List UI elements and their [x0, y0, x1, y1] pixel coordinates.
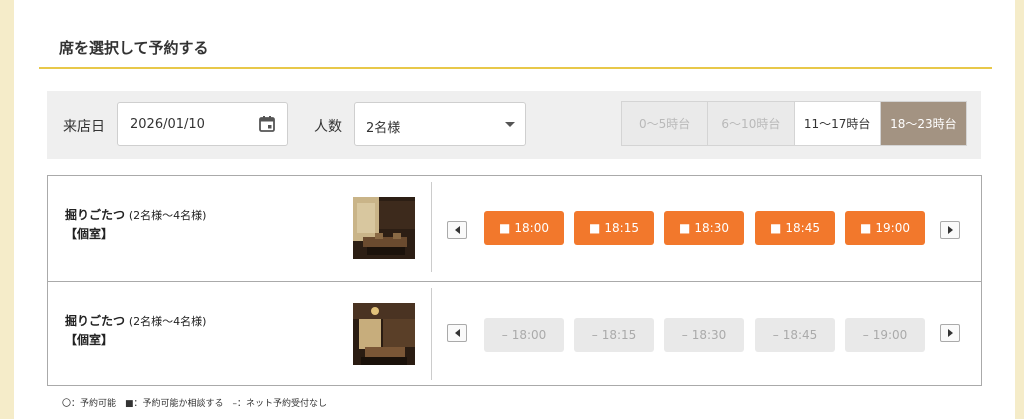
arrow-left-icon — [454, 329, 460, 337]
time-slot-unavailable: – 19:00 — [845, 318, 925, 352]
unavailable-icon: – — [772, 328, 779, 342]
slot-time: 18:00 — [511, 328, 547, 342]
slot-time: 18:30 — [694, 221, 729, 235]
time-slot-unavailable: – 18:30 — [664, 318, 744, 352]
section-title: 席を選択して予約する — [59, 39, 209, 57]
consult-icon: ■ — [679, 221, 691, 235]
slot-time: 19:00 — [875, 221, 910, 235]
time-slot-button[interactable]: ■ 18:00 — [484, 211, 564, 245]
slot-time: 18:30 — [691, 328, 727, 342]
seat-name: 掘りごたつ — [65, 208, 126, 222]
tab-6-10[interactable]: 6〜10時台 — [708, 102, 795, 145]
time-range-tabs: 0〜5時台 6〜10時台 11〜17時台 18〜23時台 — [621, 101, 967, 146]
calendar-icon[interactable] — [258, 115, 276, 133]
availability-legend: 〇：予約可能 ■：予約可能か相談する –：ネット予約受付なし — [62, 399, 328, 409]
party-size-select[interactable]: 2名様 — [354, 102, 526, 146]
date-value: 2026/01/10 — [130, 117, 205, 132]
consult-icon: ■ — [499, 221, 511, 235]
arrow-right-icon — [947, 329, 953, 337]
seat-capacity: (2名様〜4名様) — [128, 315, 207, 328]
time-slot-button[interactable]: ■ 18:30 — [664, 211, 744, 245]
slot-time: 18:15 — [604, 221, 639, 235]
time-slot-unavailable: – 18:45 — [755, 318, 835, 352]
arrow-left-icon — [454, 226, 460, 234]
time-slot-button[interactable]: ■ 18:15 — [574, 211, 654, 245]
consult-icon: ■ — [589, 221, 601, 235]
tab-11-17[interactable]: 11〜17時台 — [794, 102, 881, 145]
seat-photo[interactable] — [353, 197, 415, 259]
unavailable-icon: – — [862, 328, 869, 342]
seat-type: 【個室】 — [65, 333, 114, 347]
time-slot-unavailable: – 18:00 — [484, 318, 564, 352]
seat-photo[interactable] — [353, 303, 415, 365]
unavailable-icon: – — [681, 328, 688, 342]
time-slot-unavailable: – 18:15 — [574, 318, 654, 352]
seat-info: 掘りごたつ (2名様〜4名様) 【個室】 — [65, 312, 206, 349]
next-times-button[interactable] — [940, 324, 960, 342]
slot-time: 18:45 — [785, 221, 820, 235]
chevron-down-icon — [505, 122, 515, 127]
title-divider — [39, 67, 992, 69]
prev-times-button[interactable] — [447, 324, 467, 342]
column-divider — [431, 182, 432, 272]
party-size-value: 2名様 — [366, 121, 401, 136]
seat-table: 掘りごたつ (2名様〜4名様) 【個室】 ■ 18:00 ■ 18:15 ■ 1… — [47, 175, 982, 386]
slot-time: 19:00 — [872, 328, 908, 342]
unavailable-icon: – — [501, 328, 508, 342]
time-slot-button[interactable]: ■ 19:00 — [845, 211, 925, 245]
slot-time: 18:15 — [601, 328, 637, 342]
prev-times-button[interactable] — [447, 221, 467, 239]
slot-time: 18:00 — [514, 221, 549, 235]
slot-time: 18:45 — [782, 328, 818, 342]
seat-info: 掘りごたつ (2名様〜4名様) 【個室】 — [65, 206, 206, 243]
tab-18-23[interactable]: 18〜23時台 — [880, 102, 966, 145]
row-divider — [48, 281, 981, 282]
date-field[interactable]: 2026/01/10 — [117, 102, 288, 146]
unavailable-icon: – — [591, 328, 598, 342]
seat-type: 【個室】 — [65, 227, 114, 241]
time-slot-button[interactable]: ■ 18:45 — [755, 211, 835, 245]
party-size-label: 人数 — [314, 119, 342, 135]
next-times-button[interactable] — [940, 221, 960, 239]
column-divider — [431, 288, 432, 380]
consult-icon: ■ — [770, 221, 782, 235]
date-label: 来店日 — [63, 119, 105, 135]
seat-name: 掘りごたつ — [65, 314, 126, 328]
arrow-right-icon — [947, 226, 953, 234]
seat-capacity: (2名様〜4名様) — [128, 209, 207, 222]
consult-icon: ■ — [860, 221, 872, 235]
tab-0-5[interactable]: 0〜5時台 — [622, 102, 709, 145]
